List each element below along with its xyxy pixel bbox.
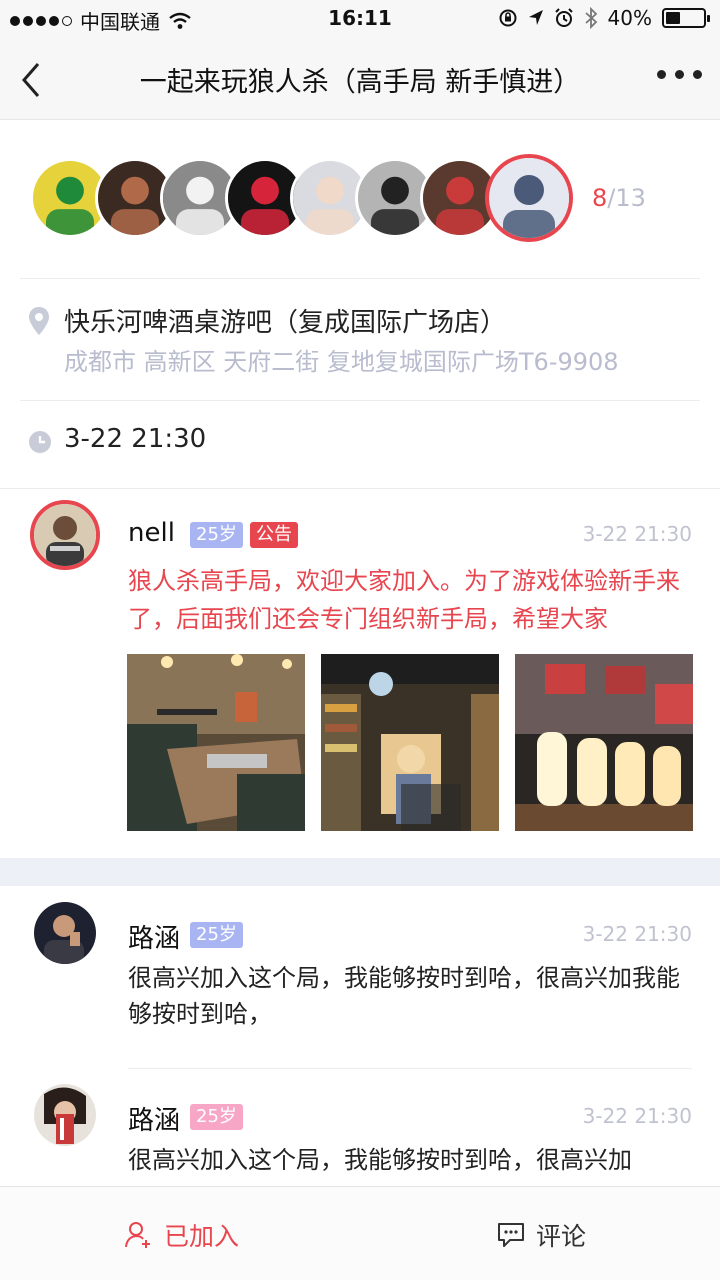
- navigation-bar: 一起来玩狼人杀（高手局 新手慎进）: [0, 40, 720, 120]
- location-name: 快乐河啤酒桌游吧（复成国际广场店）: [64, 308, 507, 338]
- comment-text: 很高兴加入这个局，我能够按时到哈，很高兴加: [128, 1146, 632, 1174]
- post-photo[interactable]: [515, 654, 693, 831]
- post-photo[interactable]: [321, 654, 499, 831]
- participant-count: 8/13: [592, 184, 646, 212]
- battery-level: [666, 12, 681, 24]
- bottom-action-bar: 已加入 评论: [0, 1186, 720, 1280]
- battery-icon: [662, 8, 710, 28]
- user-added-icon: [125, 1222, 150, 1248]
- clock-icon: [29, 431, 51, 453]
- age-badge: 25岁: [190, 922, 243, 948]
- comment-text: 很高兴加入这个局，我能够按时到哈，很高兴加我能够按时到哈，: [128, 964, 680, 1028]
- comment-button[interactable]: 评论: [496, 1217, 586, 1253]
- participant-avatar[interactable]: [485, 154, 573, 242]
- event-time: 3-22 21:30: [64, 424, 207, 454]
- participant-count-total: 13: [615, 184, 646, 212]
- avatar-image: [34, 504, 96, 566]
- divider: [0, 488, 720, 489]
- more-options-button[interactable]: [657, 70, 702, 79]
- post-timestamp: 3-22 21:30: [582, 522, 692, 546]
- avatar-8-host: [489, 158, 569, 238]
- section-separator: [0, 858, 720, 886]
- location-address: 成都市 高新区 天府二街 复地复城国际广场T6-9908: [64, 348, 619, 376]
- age-badge: 25岁: [190, 522, 243, 548]
- announcement-badge: 公告: [250, 522, 298, 548]
- post-author-name[interactable]: nell: [128, 518, 175, 548]
- post-photo[interactable]: [127, 654, 305, 831]
- alarm-icon: [554, 8, 573, 27]
- battery-percentage: 40%: [607, 6, 652, 30]
- back-button[interactable]: [16, 58, 56, 102]
- joined-label: 已加入: [164, 1222, 240, 1251]
- comment-label: 评论: [536, 1222, 587, 1251]
- location-arrow-icon: [528, 10, 543, 25]
- chevron-left-icon: [22, 63, 40, 97]
- rotation-lock-icon: [499, 9, 517, 27]
- divider: [20, 400, 700, 401]
- joined-button[interactable]: 已加入: [124, 1217, 239, 1253]
- age-badge: 25岁: [190, 1104, 243, 1130]
- avatar[interactable]: [34, 1084, 96, 1146]
- more-dot-icon: [657, 70, 666, 79]
- announcement-text: 狼人杀高手局，欢迎大家加入。为了游戏体验新手来了，后面我们还会专门组织新手局，希…: [128, 567, 680, 633]
- participants-section[interactable]: 8/13: [0, 120, 720, 278]
- avatar-image: [34, 1084, 96, 1146]
- avatar[interactable]: [34, 902, 96, 964]
- comment-timestamp: 3-22 21:30: [582, 922, 692, 946]
- divider: [128, 1068, 692, 1069]
- divider: [20, 278, 700, 279]
- avatar-image: [34, 902, 96, 964]
- more-dot-icon: [693, 70, 702, 79]
- lamps-on-table-photo: [515, 654, 693, 831]
- more-dot-icon: [675, 70, 684, 79]
- bar-interior-photo: [127, 654, 305, 831]
- comment-author-name[interactable]: 路涵: [128, 918, 180, 955]
- page-title: 一起来玩狼人杀（高手局 新手慎进）: [139, 67, 581, 98]
- comment-bubble-icon: [498, 1223, 524, 1247]
- bookshelf-store-photo: [321, 654, 499, 831]
- status-bar: 中国联通 16:11 40%: [0, 0, 720, 40]
- participant-count-current: 8: [592, 184, 608, 212]
- location-pin-icon: [29, 307, 49, 335]
- status-indicators: 40%: [498, 6, 710, 30]
- comment-author-name[interactable]: 路涵: [128, 1100, 180, 1137]
- comment-timestamp: 3-22 21:30: [582, 1104, 692, 1128]
- avatar[interactable]: [30, 500, 100, 570]
- bluetooth-icon: [584, 7, 597, 29]
